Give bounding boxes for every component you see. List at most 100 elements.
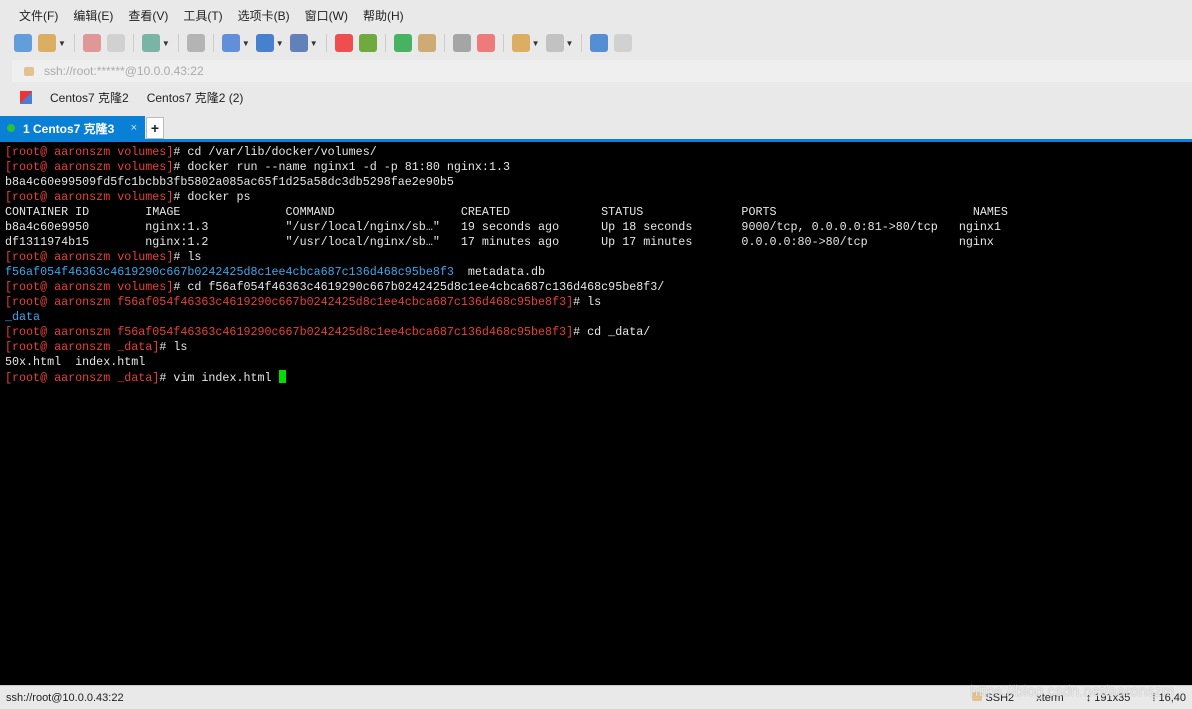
highlight-icon[interactable]	[476, 34, 495, 52]
prompt: [root@ aaronszm volumes]	[5, 280, 174, 294]
output-text: b8a4c60e99509fd5fc1bcbb3fb5802a085ac65f1…	[5, 175, 454, 189]
tab-bar: 1 Centos7 克隆3 × +	[0, 116, 164, 140]
open-folder-icon[interactable]	[38, 34, 56, 52]
link-centos7-clone2-2[interactable]: Centos7 克隆2 (2)	[147, 89, 244, 106]
menu-item[interactable]: 编辑(E)	[64, 4, 119, 26]
terminal-line: [root@ aaronszm volumes]# docker ps	[5, 190, 1192, 205]
cursor	[278, 370, 286, 383]
toolbar-separator	[73, 34, 75, 52]
chevron-down-icon[interactable]: ▼	[58, 39, 66, 48]
toolbar-separator	[132, 34, 134, 52]
watermark: https://blog.csdn.net/aaronszm	[970, 683, 1175, 700]
output-text: # ls	[173, 250, 202, 264]
status-connection: ssh://root@10.0.0.43:22	[6, 691, 124, 704]
address-bar[interactable]: ssh://root:******@10.0.0.43:22	[12, 60, 1192, 82]
output-text: # docker ps	[173, 190, 251, 204]
chevron-down-icon[interactable]: ▼	[162, 39, 170, 48]
menu-item[interactable]: 查看(V)	[119, 4, 174, 26]
connected-status-icon	[7, 124, 15, 132]
output-text: df1311974b15 nginx:1.2 "/usr/local/nginx…	[5, 235, 994, 249]
terminal-line: [root@ aaronszm f56af054f46363c4619290c6…	[5, 295, 1192, 310]
output-text: # cd f56af054f46363c4619290c667b0242425d…	[173, 280, 665, 294]
directory-name: f56af054f46363c4619290c667b0242425d8c1ee…	[5, 265, 454, 279]
toolbar-separator	[177, 34, 179, 52]
reconnect-icon[interactable]	[106, 34, 125, 52]
directory-name: _data	[5, 310, 41, 324]
terminal-line: [root@ aaronszm f56af054f46363c4619290c6…	[5, 325, 1192, 340]
terminal[interactable]: [root@ aaronszm volumes]# cd /var/lib/do…	[0, 142, 1192, 685]
transfer-icon[interactable]	[221, 34, 240, 52]
terminal-line: 50x.html index.html	[5, 355, 1192, 370]
toolbar-separator	[384, 34, 386, 52]
menu-bar: 文件(F) 编辑(E) 查看(V) 工具(T) 选项卡(B) 窗口(W) 帮助(H)	[10, 4, 410, 26]
toolbar-separator	[581, 34, 583, 52]
help-icon[interactable]	[590, 34, 609, 52]
prompt: [root@ aaronszm volumes]	[5, 160, 174, 174]
keyboard-icon[interactable]	[452, 34, 471, 52]
prompt: [root@ aaronszm _data]	[5, 340, 160, 354]
output-text: CONTAINER ID IMAGE COMMAND CREATED STATU…	[5, 205, 1008, 219]
terminal-line: df1311974b15 nginx:1.2 "/usr/local/nginx…	[5, 235, 1192, 250]
layout-icon[interactable]	[545, 34, 564, 52]
chevron-down-icon[interactable]: ▼	[566, 39, 574, 48]
lock-icon	[24, 66, 34, 76]
terminal-line: f56af054f46363c4619290c667b0242425d8c1ee…	[5, 265, 1192, 280]
address-text: ssh://root:******@10.0.0.43:22	[44, 64, 204, 78]
output-text: # ls	[159, 340, 188, 354]
menu-item[interactable]: 选项卡(B)	[229, 4, 296, 26]
toolbar-separator	[443, 34, 445, 52]
xftp-icon[interactable]	[334, 34, 353, 52]
terminal-line: [root@ aaronszm _data]# ls	[5, 340, 1192, 355]
chevron-down-icon[interactable]: ▼	[532, 39, 540, 48]
xagent-icon[interactable]	[358, 34, 377, 52]
prompt: [root@ aaronszm _data]	[5, 371, 160, 385]
links-bar: Centos7 克隆2 Centos7 克隆2 (2)	[20, 89, 243, 106]
toolbar-separator	[212, 34, 214, 52]
output-text: # docker run --name nginx1 -d -p 81:80 n…	[173, 160, 510, 174]
chat-icon[interactable]	[614, 34, 633, 52]
menu-item[interactable]: 帮助(H)	[354, 4, 410, 26]
toolbar: ▼ ▼ ▼ ▼ ▼ ▼ ▼	[14, 32, 633, 54]
tab-session[interactable]: 1 Centos7 克隆3 ×	[0, 116, 145, 140]
properties-icon[interactable]	[141, 34, 160, 52]
new-session-icon[interactable]	[14, 34, 32, 52]
terminal-line: [root@ aaronszm _data]# vim index.html	[5, 370, 1192, 385]
terminal-line: b8a4c60e99509fd5fc1bcbb3fb5802a085ac65f1…	[5, 175, 1192, 190]
lock-icon[interactable]	[417, 34, 436, 52]
find-icon[interactable]	[186, 34, 205, 52]
toolbar-separator	[325, 34, 327, 52]
globe-icon[interactable]	[255, 34, 274, 52]
toolbar-separator	[502, 34, 504, 52]
chevron-down-icon[interactable]: ▼	[276, 39, 284, 48]
prompt: [root@ aaronszm volumes]	[5, 250, 174, 264]
output-text: 50x.html index.html	[5, 355, 146, 369]
output-text: # vim index.html	[159, 371, 279, 385]
prompt: [root@ aaronszm volumes]	[5, 145, 174, 159]
link-centos7-clone2[interactable]: Centos7 克隆2	[50, 89, 129, 106]
chevron-down-icon[interactable]: ▼	[242, 39, 250, 48]
font-icon[interactable]	[289, 34, 308, 52]
prompt: [root@ aaronszm f56af054f46363c4619290c6…	[5, 325, 574, 339]
new-tab-group-icon[interactable]	[511, 34, 530, 52]
terminal-line: [root@ aaronszm volumes]# docker run --n…	[5, 160, 1192, 175]
tab-label: 1 Centos7 克隆3	[23, 121, 115, 136]
chevron-down-icon[interactable]: ▼	[310, 39, 318, 48]
prompt: [root@ aaronszm f56af054f46363c4619290c6…	[5, 295, 574, 309]
prompt: [root@ aaronszm volumes]	[5, 190, 174, 204]
disconnect-icon[interactable]	[82, 34, 101, 52]
add-tab-button[interactable]: +	[146, 117, 164, 139]
terminal-line: _data	[5, 310, 1192, 325]
terminal-line: [root@ aaronszm volumes]# cd f56af054f46…	[5, 280, 1192, 295]
output-text: # cd _data/	[573, 325, 651, 339]
fullscreen-icon[interactable]	[393, 34, 412, 52]
terminal-line: [root@ aaronszm volumes]# cd /var/lib/do…	[5, 145, 1192, 160]
menu-item[interactable]: 文件(F)	[10, 4, 64, 26]
output-text: metadata.db	[453, 265, 546, 279]
output-text: # cd /var/lib/docker/volumes/	[173, 145, 377, 159]
menu-item[interactable]: 工具(T)	[174, 4, 228, 26]
output-text: # ls	[573, 295, 602, 309]
terminal-line: b8a4c60e9950 nginx:1.3 "/usr/local/nginx…	[5, 220, 1192, 235]
close-tab-icon[interactable]: ×	[131, 122, 137, 134]
menu-item[interactable]: 窗口(W)	[296, 4, 354, 26]
terminal-line: [root@ aaronszm volumes]# ls	[5, 250, 1192, 265]
